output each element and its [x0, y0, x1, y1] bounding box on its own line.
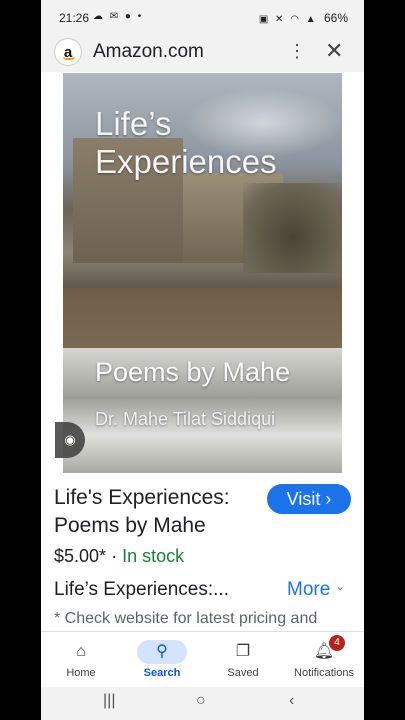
battery-level: 66%: [323, 11, 348, 25]
nav-home-label: Home: [66, 667, 96, 679]
nav-home[interactable]: ⌂ Home: [41, 632, 121, 688]
notification-icons: ☁ ✉ ● •: [93, 11, 144, 22]
cover-river: [63, 288, 342, 348]
bottom-navigation: ⌂ Home ⚲ Search ❐ Saved 🔔︎ 4 Notificatio…: [41, 631, 364, 687]
nav-search[interactable]: ⚲ Search: [122, 632, 202, 688]
system-navigation-bar: ||| ○ ‹: [41, 687, 364, 720]
visit-button[interactable]: Visit ›: [267, 484, 351, 514]
nav-notifications-label: Notifications: [294, 667, 354, 679]
signal-icons: ▣ ✕ ◠ ▲: [258, 14, 318, 25]
nav-search-label: Search: [143, 667, 181, 679]
cover-trees: [243, 183, 342, 273]
bookmark-icon: ❐: [235, 643, 251, 660]
amazon-logo-icon: a: [54, 38, 82, 66]
more-options-icon[interactable]: ⋮: [288, 40, 306, 62]
status-time: 21:26: [59, 11, 90, 25]
browser-header: a Amazon.com ⋮ ✕: [41, 34, 364, 72]
status-right: ▣ ✕ ◠ ▲ 66%: [259, 11, 348, 25]
description-short: Life’s Experiences:...: [54, 579, 229, 600]
notification-badge: 4: [329, 635, 345, 651]
site-title: Amazon.com: [93, 41, 204, 62]
close-icon[interactable]: ✕: [325, 38, 343, 64]
price-separator: ·: [106, 546, 123, 566]
phone-screen: 21:26 ☁ ✉ ● • ▣ ✕ ◠ ▲ 66% a Amazon.com ⋮…: [41, 0, 364, 720]
cover-subtitle: Poems by Mahe: [95, 357, 291, 387]
recents-icon[interactable]: |||: [103, 692, 115, 710]
status-bar: 21:26 ☁ ✉ ● • ▣ ✕ ◠ ▲ 66%: [41, 0, 364, 34]
home-button-icon[interactable]: ○: [196, 692, 206, 710]
price: $5.00*: [54, 546, 107, 566]
more-label: More: [287, 579, 331, 600]
chevron-down-icon: ⌄: [335, 581, 345, 593]
price-row: $5.00* · In stock: [54, 546, 184, 567]
more-button[interactable]: More ⌄: [287, 579, 345, 601]
nav-notifications[interactable]: 🔔︎ 4 Notifications: [284, 632, 364, 688]
book-cover-image[interactable]: Life’s Experiences Poems by Mahe Dr. Mahe…: [63, 73, 342, 473]
nav-saved[interactable]: ❐ Saved: [203, 632, 283, 688]
cover-author: Dr. Mahe Tilat Siddiqui: [95, 409, 276, 429]
product-title: Life's Experiences: Poems by Mahe: [54, 486, 230, 537]
nav-saved-label: Saved: [227, 667, 259, 679]
logo-smile: [63, 56, 75, 60]
search-icon: ⚲: [137, 640, 187, 664]
back-icon[interactable]: ‹: [289, 692, 294, 710]
home-icon: ⌂: [76, 643, 86, 660]
stock-status: In stock: [122, 546, 185, 566]
pricing-disclaimer: * Check website for latest pricing and: [54, 610, 318, 627]
cover-title: Life’s Experiences: [95, 105, 277, 180]
